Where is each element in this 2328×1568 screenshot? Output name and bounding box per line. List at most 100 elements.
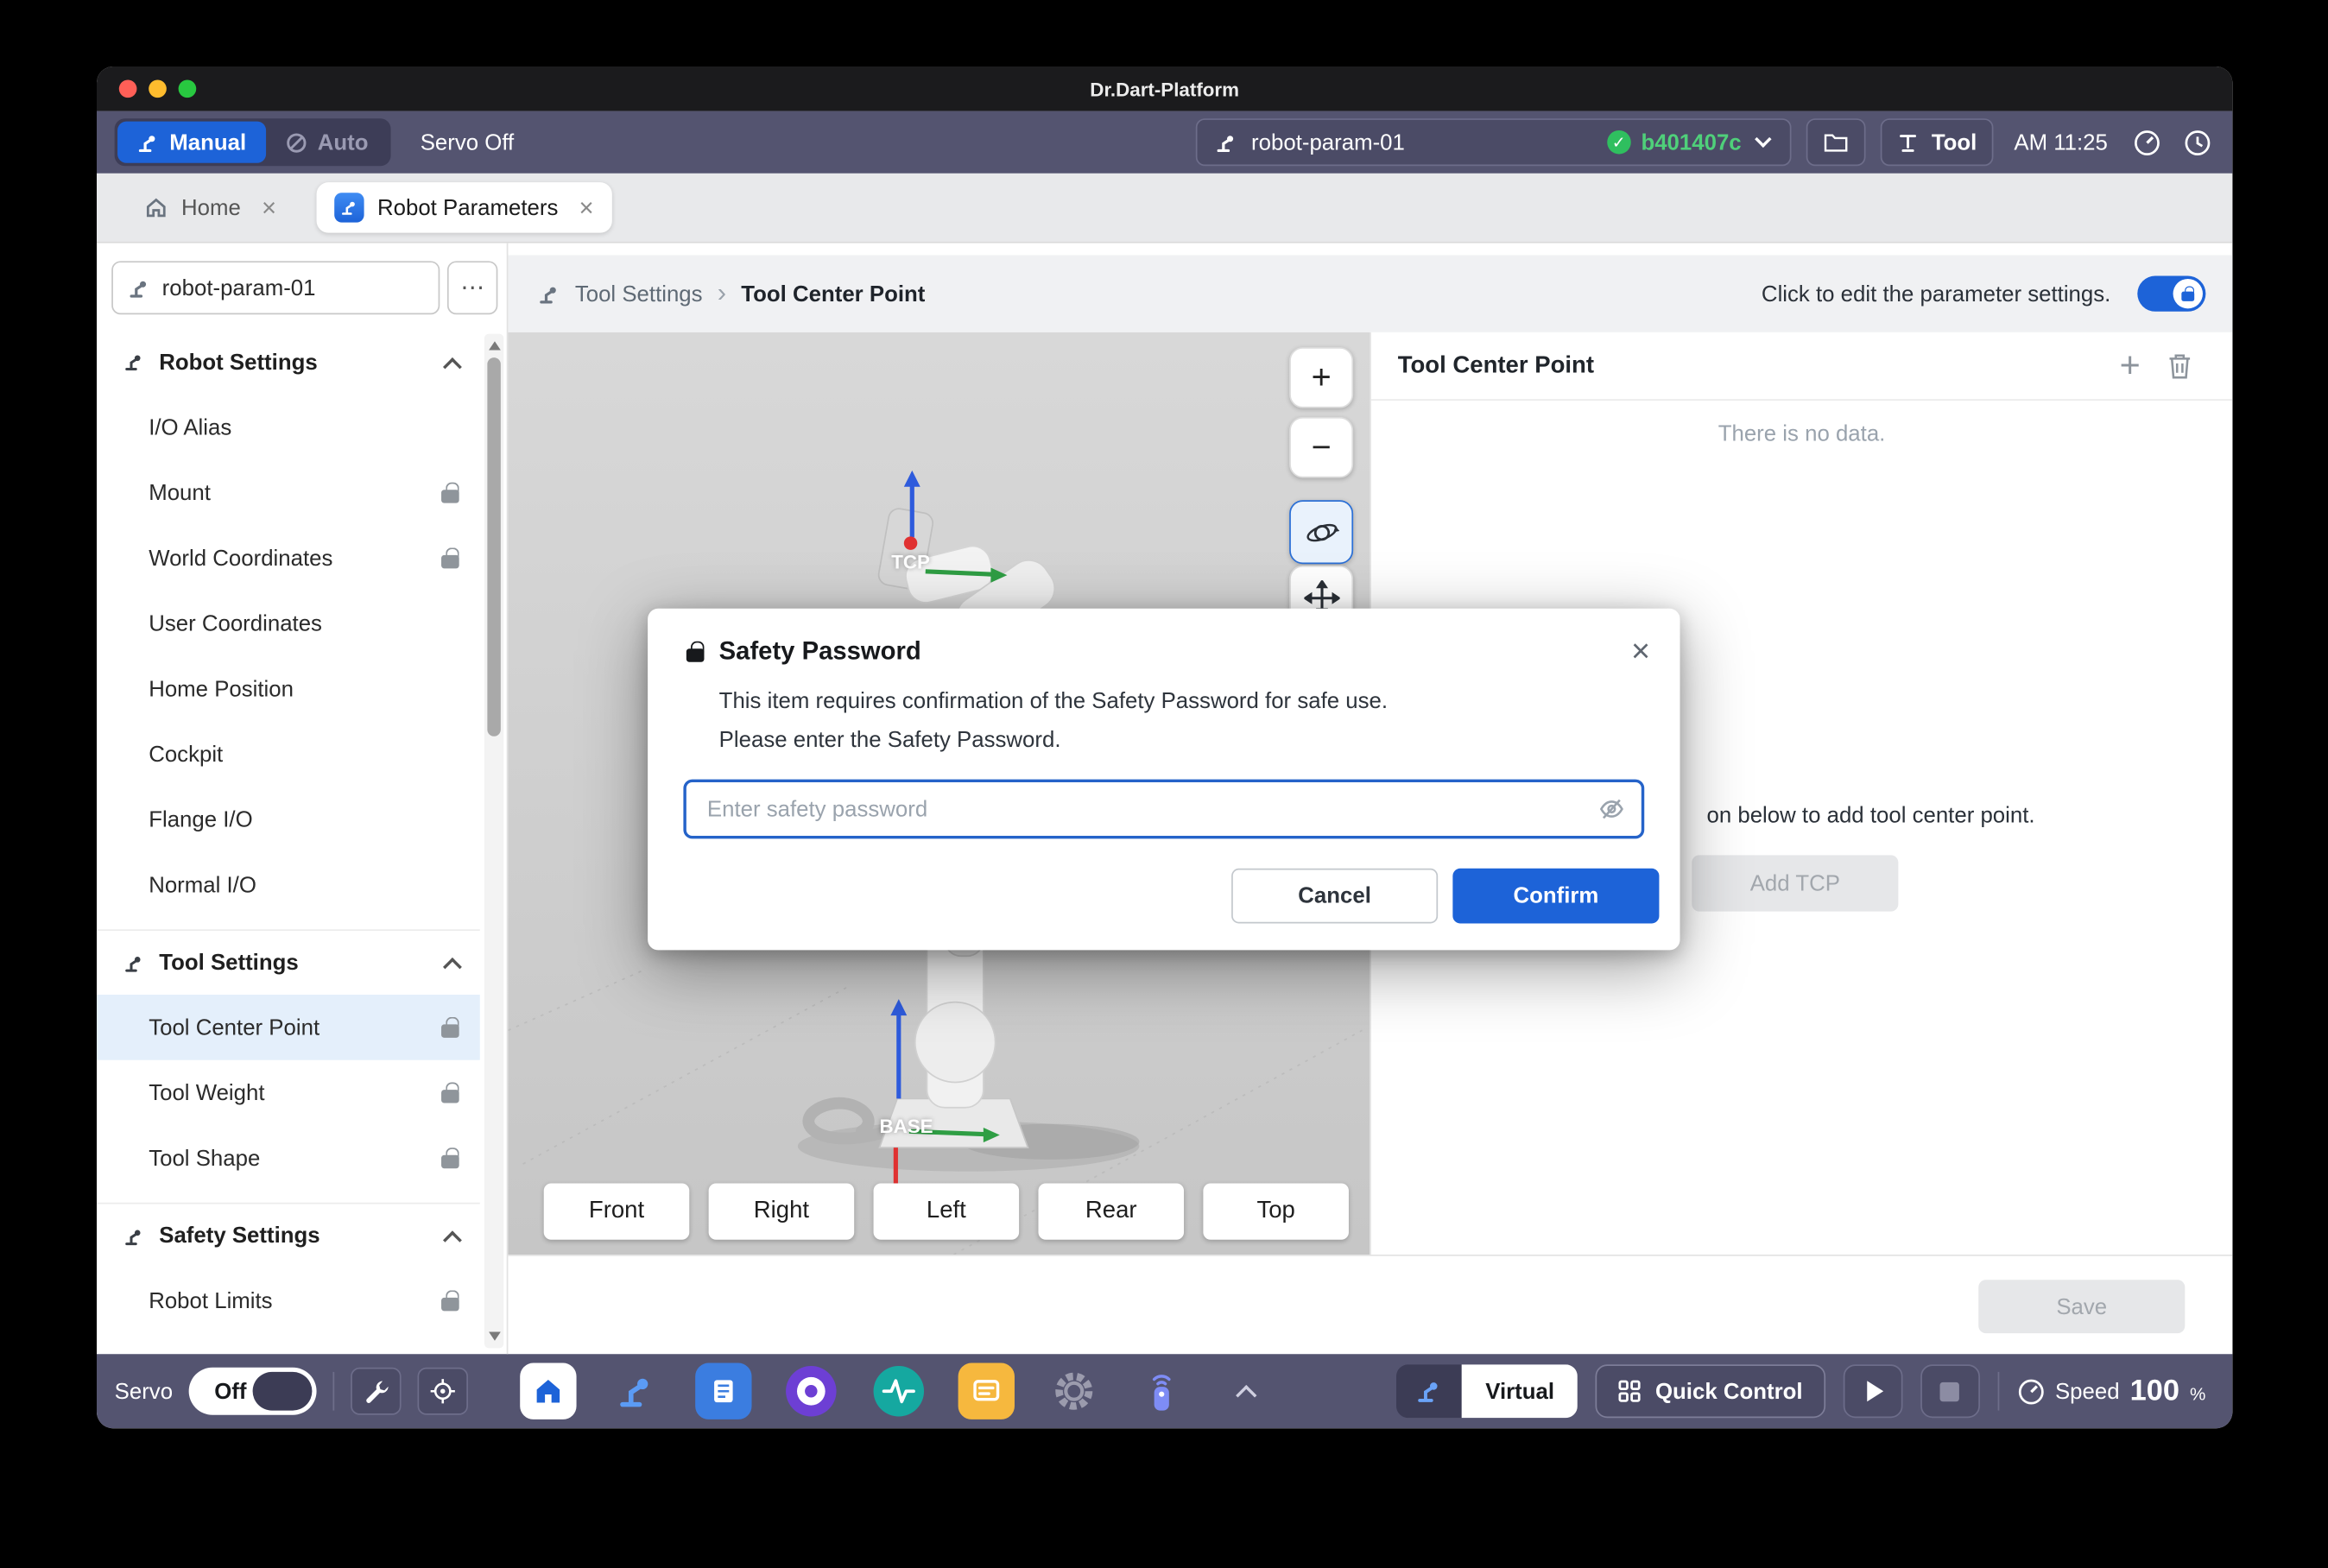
speed-indicator[interactable]: Speed 100 % <box>2016 1374 2205 1408</box>
wrench-tool-button[interactable] <box>351 1368 401 1415</box>
scroll-down-arrow-icon[interactable] <box>489 1331 501 1340</box>
cancel-button[interactable]: Cancel <box>1231 869 1438 924</box>
sidebar-more-button[interactable]: ⋯ <box>447 261 497 314</box>
lock-icon <box>441 1290 459 1311</box>
sidebar-item-mount[interactable]: Mount <box>97 460 480 526</box>
breadcrumb-parent[interactable]: Tool Settings <box>575 281 703 307</box>
speed-unit: % <box>2190 1383 2205 1404</box>
robot-arm-icon <box>617 1372 655 1411</box>
view-top-button[interactable]: Top <box>1203 1183 1349 1239</box>
document-app-button[interactable] <box>695 1363 751 1419</box>
tcp-panel-header: Tool Center Point + <box>1371 332 2233 401</box>
window-title: Dr.Dart-Platform <box>1090 78 1239 100</box>
servo-toggle-state: Off <box>214 1379 246 1404</box>
safety-password-input[interactable] <box>683 780 1644 839</box>
dialog-close-button[interactable]: × <box>1631 635 1650 668</box>
confirm-button[interactable]: Confirm <box>1452 869 1659 924</box>
robot-name: robot-param-01 <box>1251 130 1405 155</box>
add-tcp-button[interactable]: Add TCP <box>1692 855 1898 911</box>
history-icon[interactable] <box>2179 124 2214 160</box>
zoom-in-button[interactable]: + <box>1289 347 1353 408</box>
lock-icon <box>686 642 705 662</box>
sidebar-item-robot-limits[interactable]: Robot Limits <box>97 1268 480 1333</box>
save-button[interactable]: Save <box>1978 1280 2185 1333</box>
view-left-button[interactable]: Left <box>874 1183 1020 1239</box>
section-tool-settings[interactable]: Tool Settings <box>97 929 480 995</box>
rotate-view-button[interactable] <box>1289 500 1353 564</box>
tab-robot-parameters[interactable]: Robot Parameters × <box>316 182 611 232</box>
sidebar-item-tool-center-point[interactable]: Tool Center Point <box>97 995 480 1060</box>
parameter-set-field[interactable]: robot-param-01 <box>111 261 440 314</box>
app-window: Dr.Dart-Platform Manual Auto Servo Off <box>97 66 2232 1428</box>
folder-icon <box>1823 131 1850 154</box>
jog-button[interactable] <box>418 1368 468 1415</box>
target-app-button[interactable] <box>783 1363 839 1419</box>
collapse-chevron-icon[interactable] <box>443 958 462 977</box>
sidebar-item-home-position[interactable]: Home Position <box>97 656 480 722</box>
collapse-chevron-icon[interactable] <box>443 1230 462 1249</box>
log-app-button[interactable] <box>958 1363 1015 1419</box>
sidebar-item-cockpit[interactable]: Cockpit <box>97 722 480 787</box>
dialog-title: Safety Password <box>719 636 921 666</box>
add-icon[interactable]: + <box>2120 348 2141 383</box>
sidebar-item-user-coordinates[interactable]: User Coordinates <box>97 591 480 656</box>
collapse-chevron-icon[interactable] <box>443 357 462 376</box>
monitor-app-button[interactable] <box>870 1363 927 1419</box>
crosshair-icon <box>430 1378 457 1405</box>
home-app-button[interactable] <box>521 1363 577 1419</box>
play-button[interactable] <box>1843 1364 1902 1418</box>
trash-icon[interactable] <box>2167 351 2192 380</box>
dock-expand-chevron-icon[interactable] <box>1236 1385 1256 1406</box>
item-label: Safety I/O <box>149 1353 248 1354</box>
close-window-button[interactable] <box>119 79 137 98</box>
close-tab-icon[interactable]: × <box>262 195 276 220</box>
base-axis-label: BASE <box>879 1115 933 1137</box>
traffic-lights <box>119 79 196 98</box>
eye-off-icon[interactable] <box>1597 794 1626 824</box>
tab-home[interactable]: Home × <box>126 182 294 232</box>
view-front-button[interactable]: Front <box>544 1183 690 1239</box>
minimize-window-button[interactable] <box>149 79 167 98</box>
section-robot-settings[interactable]: Robot Settings <box>97 329 480 395</box>
view-right-button[interactable]: Right <box>709 1183 855 1239</box>
build-status: ✓ b401407c <box>1607 130 1773 155</box>
tab-robot-parameters-label: Robot Parameters <box>377 195 558 220</box>
virtual-mode-switch[interactable]: Virtual <box>1396 1364 1578 1418</box>
sidebar-item-io-alias[interactable]: I/O Alias <box>97 395 480 460</box>
sidebar-item-safety-io[interactable]: Safety I/O <box>97 1333 480 1354</box>
sidebar-item-tool-weight[interactable]: Tool Weight <box>97 1060 480 1126</box>
servo-toggle[interactable]: Off <box>189 1368 317 1415</box>
fullscreen-window-button[interactable] <box>179 79 197 98</box>
view-rear-button[interactable]: Rear <box>1038 1183 1184 1239</box>
robot-params-app-button[interactable] <box>608 1363 664 1419</box>
sidebar-scrollbar[interactable] <box>484 334 503 1349</box>
scroll-up-arrow-icon[interactable] <box>489 341 501 350</box>
stop-button[interactable] <box>1920 1364 1979 1418</box>
open-folder-button[interactable] <box>1806 118 1866 166</box>
manual-mode-label: Manual <box>169 130 246 155</box>
remote-app-button[interactable] <box>1134 1363 1190 1419</box>
sidebar-item-flange-io[interactable]: Flange I/O <box>97 787 480 852</box>
sidebar-item-world-coordinates[interactable]: World Coordinates <box>97 525 480 591</box>
edit-parameters-hint: Click to edit the parameter settings. <box>1762 281 2110 307</box>
quick-control-button[interactable]: Quick Control <box>1596 1364 1825 1418</box>
tool-button[interactable]: Tool <box>1881 118 1993 166</box>
sidebar-item-tool-shape[interactable]: Tool Shape <box>97 1125 480 1191</box>
section-safety-settings[interactable]: Safety Settings <box>97 1203 480 1268</box>
robot-selector[interactable]: robot-param-01 ✓ b401407c <box>1196 118 1792 166</box>
sidebar-item-normal-io[interactable]: Normal I/O <box>97 852 480 918</box>
scrollbar-thumb[interactable] <box>487 357 500 737</box>
dialog-message-line2: Please enter the Safety Password. <box>719 722 1642 761</box>
manual-mode-button[interactable]: Manual <box>117 122 265 163</box>
edit-lock-toggle[interactable] <box>2137 276 2205 312</box>
speedometer-icon <box>2016 1377 2045 1406</box>
home-icon <box>144 196 168 220</box>
robot-arm-icon <box>128 276 150 299</box>
close-tab-icon[interactable]: × <box>579 195 593 220</box>
speedometer-icon[interactable] <box>2129 124 2164 160</box>
zoom-out-button[interactable]: − <box>1289 417 1353 478</box>
auto-mode-button[interactable]: Auto <box>266 122 388 163</box>
parameters-sidebar: robot-param-01 ⋯ Robot Settings I/O Alia… <box>97 243 508 1355</box>
robot-arm-icon <box>1216 131 1238 154</box>
settings-app-button[interactable] <box>1046 1363 1102 1419</box>
